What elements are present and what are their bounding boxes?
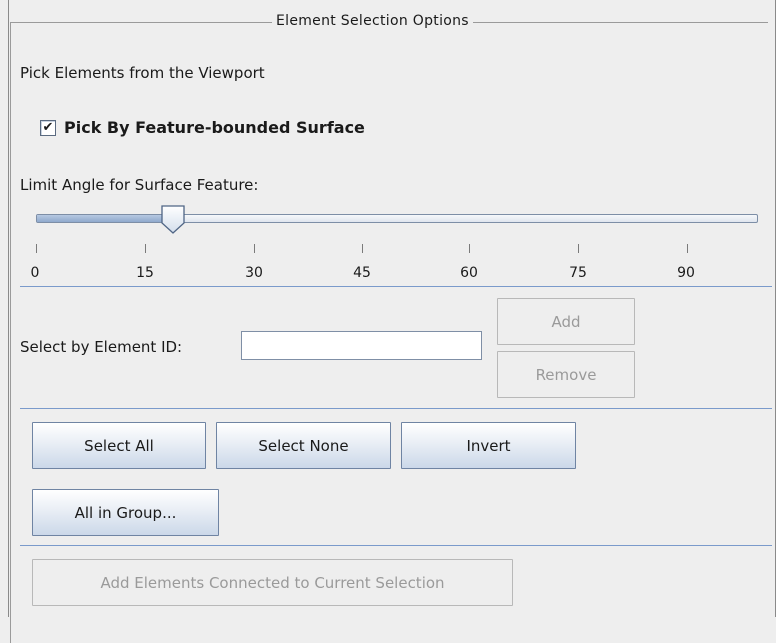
tick-label: 0: [30, 265, 40, 281]
pick-feature-surface-checkbox[interactable]: ✔: [40, 119, 56, 136]
select-none-button[interactable]: Select None: [216, 422, 391, 469]
tick-label: 90: [677, 265, 695, 281]
pick-feature-surface-option[interactable]: ✔ Pick By Feature-bounded Surface: [40, 118, 365, 137]
tick-mark: [254, 244, 255, 253]
section-divider: [20, 545, 772, 546]
tick-mark: [578, 244, 579, 253]
add-connected-elements-button[interactable]: Add Elements Connected to Current Select…: [32, 559, 513, 606]
add-button[interactable]: Add: [497, 298, 635, 345]
limit-angle-label: Limit Angle for Surface Feature:: [20, 176, 259, 194]
tick-mark: [145, 244, 146, 253]
remove-button[interactable]: Remove: [497, 351, 635, 398]
tick-mark: [687, 244, 688, 253]
section-divider: [20, 408, 772, 409]
tick-label: 60: [460, 265, 478, 281]
tick-mark: [469, 244, 470, 253]
tick-mark: [36, 244, 37, 253]
all-in-group-button[interactable]: All in Group...: [32, 489, 219, 536]
pick-feature-surface-label: Pick By Feature-bounded Surface: [64, 118, 365, 137]
pick-heading: Pick Elements from the Viewport: [20, 64, 265, 82]
select-all-button[interactable]: Select All: [32, 422, 206, 469]
tick-label: 75: [569, 265, 587, 281]
tick-label: 30: [245, 265, 263, 281]
element-id-input[interactable]: [241, 331, 482, 360]
section-divider: [20, 286, 772, 287]
limit-angle-slider-track[interactable]: [36, 214, 758, 223]
element-id-label: Select by Element ID:: [20, 338, 183, 356]
invert-button[interactable]: Invert: [401, 422, 576, 469]
limit-angle-slider-fill: [37, 215, 172, 222]
tick-label: 15: [136, 265, 154, 281]
tick-label: 45: [353, 265, 371, 281]
tick-mark: [362, 244, 363, 253]
panel-title: Element Selection Options: [272, 13, 473, 29]
limit-angle-slider-thumb[interactable]: [160, 205, 186, 235]
